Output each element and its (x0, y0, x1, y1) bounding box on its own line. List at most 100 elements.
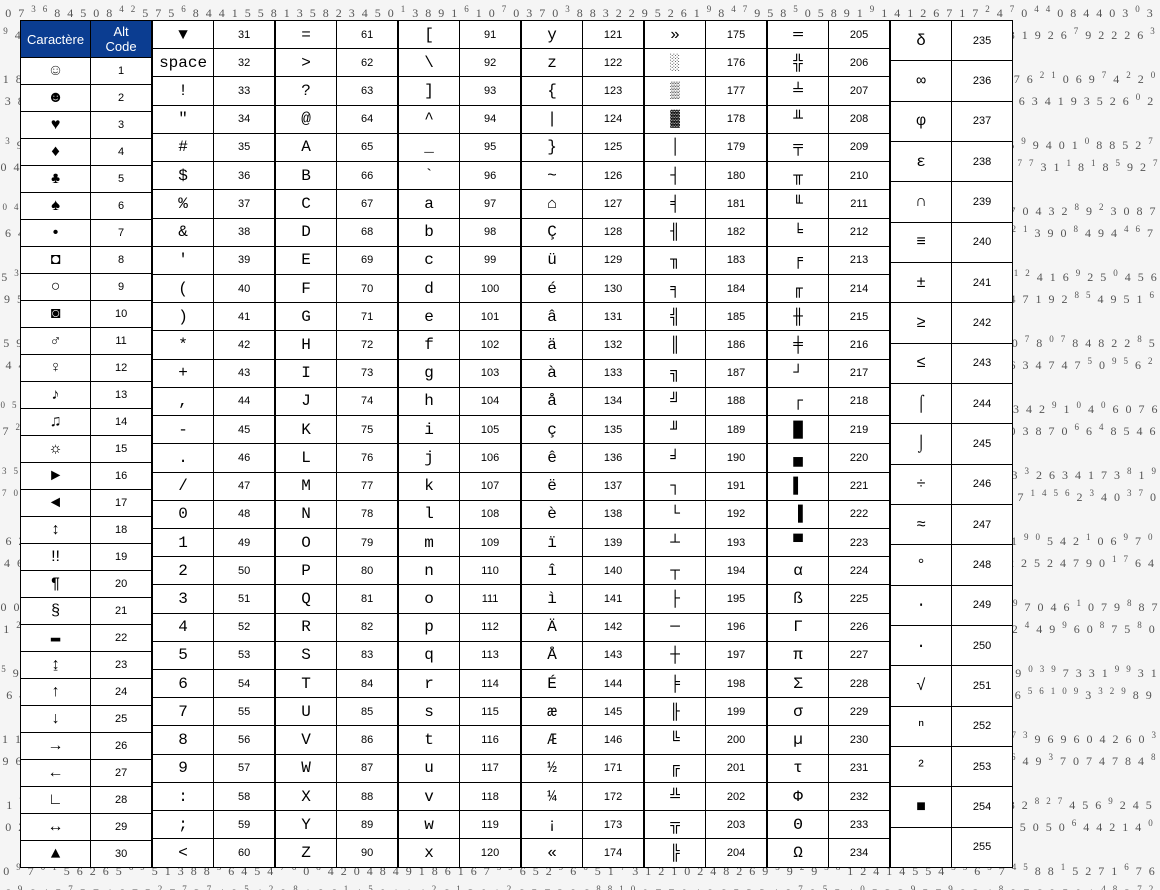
table-row: b98 (399, 218, 521, 246)
code-cell: 179 (706, 133, 767, 161)
table-row: Φ232 (768, 782, 890, 810)
char-cell: ☺ (21, 58, 91, 85)
char-cell: ! (153, 77, 214, 105)
char-cell: @ (276, 105, 337, 133)
alt-code-column: ▼31space32!33"34#35$36%37&38'39(40)41*42… (152, 20, 275, 868)
char-cell: ╦ (645, 811, 706, 839)
table-row: ≈247 (891, 504, 1013, 544)
code-cell: 138 (583, 500, 644, 528)
code-cell: 229 (829, 698, 890, 726)
code-cell: 255 (952, 827, 1013, 867)
table-row: ♀12 (21, 355, 152, 382)
char-cell: L (276, 444, 337, 472)
table-row: %37 (153, 190, 275, 218)
char-cell: v (399, 782, 460, 810)
table-row: ÷246 (891, 464, 1013, 504)
table-row: ;59 (153, 811, 275, 839)
table-row: ☼15 (21, 436, 152, 463)
code-cell: 194 (706, 557, 767, 585)
table-row: 048 (153, 500, 275, 528)
table-row: Y89 (276, 811, 398, 839)
code-cell: 248 (952, 545, 1013, 585)
code-cell: 135 (583, 416, 644, 444)
code-cell: 49 (214, 528, 275, 556)
table-row: ╘212 (768, 218, 890, 246)
code-cell: 227 (829, 641, 890, 669)
char-cell: │ (645, 133, 706, 161)
table-row: →26 (21, 733, 152, 760)
table-row: ♦4 (21, 139, 152, 166)
code-cell: 88 (337, 782, 398, 810)
table-row: █219 (768, 416, 890, 444)
code-cell: 230 (829, 726, 890, 754)
char-cell: p (399, 613, 460, 641)
char-cell: î (522, 557, 583, 585)
code-cell: 95 (460, 133, 521, 161)
char-cell: ┤ (645, 162, 706, 190)
code-cell: 199 (706, 698, 767, 726)
table-row: ║186 (645, 331, 767, 359)
char-cell: ) (153, 303, 214, 331)
char-cell: ì (522, 585, 583, 613)
table-row: ╢182 (645, 218, 767, 246)
table-row: ☻2 (21, 85, 152, 112)
code-cell: 63 (337, 77, 398, 105)
table-row: ¼172 (522, 782, 644, 810)
code-cell: 17 (91, 490, 152, 517)
code-cell: 77 (337, 472, 398, 500)
table-row: M77 (276, 472, 398, 500)
char-cell: à (522, 359, 583, 387)
table-row: ►16 (21, 463, 152, 490)
char-cell: ═ (768, 21, 829, 49)
table-row: "34 (153, 105, 275, 133)
code-cell: 125 (583, 133, 644, 161)
code-cell: 96 (460, 162, 521, 190)
char-cell: σ (768, 698, 829, 726)
table-row: ┬194 (645, 557, 767, 585)
table-row: ╛190 (645, 444, 767, 472)
char-cell: B (276, 162, 337, 190)
table-row: ï139 (522, 528, 644, 556)
code-cell: 222 (829, 500, 890, 528)
char-cell: Σ (768, 670, 829, 698)
table-row: ═205 (768, 21, 890, 49)
table-row: 149 (153, 528, 275, 556)
table-row: <60 (153, 839, 275, 868)
code-cell: 78 (337, 500, 398, 528)
char-cell: ○ (21, 274, 91, 301)
code-cell: 196 (706, 613, 767, 641)
char-cell: x (399, 839, 460, 868)
table-row: y121 (522, 21, 644, 49)
char-cell: u (399, 754, 460, 782)
table-row: •7 (21, 220, 152, 247)
code-cell: 83 (337, 641, 398, 669)
code-cell: 41 (214, 303, 275, 331)
char-cell: * (153, 331, 214, 359)
code-cell: 87 (337, 754, 398, 782)
code-cell: 26 (91, 733, 152, 760)
code-cell: 118 (460, 782, 521, 810)
code-cell: 183 (706, 246, 767, 274)
code-cell: 120 (460, 839, 521, 868)
table-row: ‼19 (21, 544, 152, 571)
table-row: ╝188 (645, 387, 767, 415)
table-row: ß225 (768, 585, 890, 613)
char-cell: ♥ (21, 112, 91, 139)
table-row: `96 (399, 162, 521, 190)
char-cell: n (399, 557, 460, 585)
code-cell: 18 (91, 517, 152, 544)
code-cell: 53 (214, 641, 275, 669)
table-row: c99 (399, 246, 521, 274)
code-cell: 108 (460, 500, 521, 528)
code-cell: 139 (583, 528, 644, 556)
code-cell: 8 (91, 247, 152, 274)
char-cell: # (153, 133, 214, 161)
code-cell: 70 (337, 274, 398, 302)
table-row: j106 (399, 444, 521, 472)
code-cell: 251 (952, 666, 1013, 706)
code-cell: 232 (829, 782, 890, 810)
table-row: π227 (768, 641, 890, 669)
char-cell: ┌ (768, 387, 829, 415)
code-cell: 34 (214, 105, 275, 133)
table-row: .46 (153, 444, 275, 472)
